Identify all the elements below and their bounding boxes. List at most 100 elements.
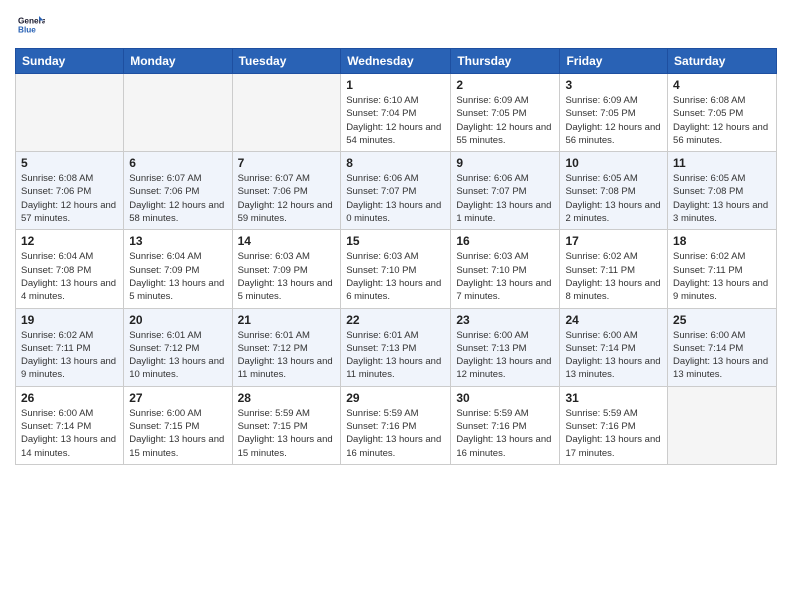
cell-info: Sunrise: 5:59 AMSunset: 7:15 PMDaylight:…	[238, 407, 336, 460]
calendar-cell: 31 Sunrise: 5:59 AMSunset: 7:16 PMDayligh…	[560, 386, 668, 464]
cell-info: Sunrise: 6:00 AMSunset: 7:15 PMDaylight:…	[129, 407, 226, 460]
logo-icon: General Blue	[15, 10, 45, 40]
calendar-cell: 27 Sunrise: 6:00 AMSunset: 7:15 PMDayligh…	[124, 386, 232, 464]
cell-info: Sunrise: 5:59 AMSunset: 7:16 PMDaylight:…	[565, 407, 662, 460]
calendar-cell: 15 Sunrise: 6:03 AMSunset: 7:10 PMDayligh…	[341, 230, 451, 308]
svg-text:General: General	[18, 17, 45, 26]
calendar-cell: 19 Sunrise: 6:02 AMSunset: 7:11 PMDayligh…	[16, 308, 124, 386]
cell-info: Sunrise: 6:01 AMSunset: 7:13 PMDaylight:…	[346, 329, 445, 382]
header: General Blue	[15, 10, 777, 40]
calendar-header-row: SundayMondayTuesdayWednesdayThursdayFrid…	[16, 49, 777, 74]
day-number: 17	[565, 234, 662, 248]
day-number: 7	[238, 156, 336, 170]
day-number: 8	[346, 156, 445, 170]
calendar-cell: 4 Sunrise: 6:08 AMSunset: 7:05 PMDaylight…	[668, 74, 777, 152]
cell-info: Sunrise: 6:06 AMSunset: 7:07 PMDaylight:…	[346, 172, 445, 225]
day-number: 12	[21, 234, 118, 248]
cell-info: Sunrise: 6:09 AMSunset: 7:05 PMDaylight:…	[565, 94, 662, 147]
day-number: 2	[456, 78, 554, 92]
cell-info: Sunrise: 6:05 AMSunset: 7:08 PMDaylight:…	[673, 172, 771, 225]
cell-info: Sunrise: 5:59 AMSunset: 7:16 PMDaylight:…	[346, 407, 445, 460]
cell-info: Sunrise: 6:07 AMSunset: 7:06 PMDaylight:…	[129, 172, 226, 225]
calendar-cell: 9 Sunrise: 6:06 AMSunset: 7:07 PMDaylight…	[451, 152, 560, 230]
day-number: 23	[456, 313, 554, 327]
calendar-cell: 16 Sunrise: 6:03 AMSunset: 7:10 PMDayligh…	[451, 230, 560, 308]
cell-info: Sunrise: 6:09 AMSunset: 7:05 PMDaylight:…	[456, 94, 554, 147]
cell-info: Sunrise: 6:02 AMSunset: 7:11 PMDaylight:…	[565, 250, 662, 303]
day-number: 1	[346, 78, 445, 92]
cell-info: Sunrise: 6:03 AMSunset: 7:10 PMDaylight:…	[456, 250, 554, 303]
cell-info: Sunrise: 6:00 AMSunset: 7:14 PMDaylight:…	[673, 329, 771, 382]
calendar-cell	[124, 74, 232, 152]
day-number: 26	[21, 391, 118, 405]
cell-info: Sunrise: 6:01 AMSunset: 7:12 PMDaylight:…	[238, 329, 336, 382]
calendar-cell	[16, 74, 124, 152]
day-number: 14	[238, 234, 336, 248]
calendar-cell: 6 Sunrise: 6:07 AMSunset: 7:06 PMDaylight…	[124, 152, 232, 230]
calendar-week-row: 26 Sunrise: 6:00 AMSunset: 7:14 PMDayligh…	[16, 386, 777, 464]
calendar-cell: 24 Sunrise: 6:00 AMSunset: 7:14 PMDayligh…	[560, 308, 668, 386]
day-number: 15	[346, 234, 445, 248]
calendar-cell: 28 Sunrise: 5:59 AMSunset: 7:15 PMDayligh…	[232, 386, 341, 464]
cell-info: Sunrise: 6:02 AMSunset: 7:11 PMDaylight:…	[21, 329, 118, 382]
day-number: 9	[456, 156, 554, 170]
calendar-cell: 3Sunrise: 6:09 AMSunset: 7:05 PMDaylight…	[560, 74, 668, 152]
calendar-cell: 23 Sunrise: 6:00 AMSunset: 7:13 PMDayligh…	[451, 308, 560, 386]
cell-info: Sunrise: 5:59 AMSunset: 7:16 PMDaylight:…	[456, 407, 554, 460]
calendar-week-row: 1 Sunrise: 6:10 AMSunset: 7:04 PMDaylight…	[16, 74, 777, 152]
calendar-cell: 21 Sunrise: 6:01 AMSunset: 7:12 PMDayligh…	[232, 308, 341, 386]
cell-info: Sunrise: 6:08 AMSunset: 7:05 PMDaylight:…	[673, 94, 771, 147]
calendar-cell: 1 Sunrise: 6:10 AMSunset: 7:04 PMDaylight…	[341, 74, 451, 152]
page: General Blue SundayMondayTuesdayWednesda…	[0, 0, 792, 480]
calendar-week-row: 5Sunrise: 6:08 AMSunset: 7:06 PMDaylight…	[16, 152, 777, 230]
cell-info: Sunrise: 6:03 AMSunset: 7:10 PMDaylight:…	[346, 250, 445, 303]
calendar-cell	[232, 74, 341, 152]
day-number: 28	[238, 391, 336, 405]
calendar-week-row: 19 Sunrise: 6:02 AMSunset: 7:11 PMDayligh…	[16, 308, 777, 386]
day-number: 24	[565, 313, 662, 327]
calendar-cell: 18Sunrise: 6:02 AMSunset: 7:11 PMDayligh…	[668, 230, 777, 308]
cell-info: Sunrise: 6:04 AMSunset: 7:09 PMDaylight:…	[129, 250, 226, 303]
day-number: 6	[129, 156, 226, 170]
calendar-cell: 22Sunrise: 6:01 AMSunset: 7:13 PMDayligh…	[341, 308, 451, 386]
calendar-header-thursday: Thursday	[451, 49, 560, 74]
cell-info: Sunrise: 6:00 AMSunset: 7:13 PMDaylight:…	[456, 329, 554, 382]
cell-info: Sunrise: 6:06 AMSunset: 7:07 PMDaylight:…	[456, 172, 554, 225]
day-number: 25	[673, 313, 771, 327]
day-number: 31	[565, 391, 662, 405]
day-number: 4	[673, 78, 771, 92]
calendar-week-row: 12Sunrise: 6:04 AMSunset: 7:08 PMDayligh…	[16, 230, 777, 308]
calendar-cell: 17 Sunrise: 6:02 AMSunset: 7:11 PMDayligh…	[560, 230, 668, 308]
day-number: 29	[346, 391, 445, 405]
cell-info: Sunrise: 6:07 AMSunset: 7:06 PMDaylight:…	[238, 172, 336, 225]
svg-text:Blue: Blue	[18, 26, 36, 35]
day-number: 27	[129, 391, 226, 405]
cell-info: Sunrise: 6:00 AMSunset: 7:14 PMDaylight:…	[565, 329, 662, 382]
cell-info: Sunrise: 6:01 AMSunset: 7:12 PMDaylight:…	[129, 329, 226, 382]
calendar-header-monday: Monday	[124, 49, 232, 74]
calendar-cell: 8 Sunrise: 6:06 AMSunset: 7:07 PMDaylight…	[341, 152, 451, 230]
calendar-cell: 13Sunrise: 6:04 AMSunset: 7:09 PMDayligh…	[124, 230, 232, 308]
calendar-cell: 7 Sunrise: 6:07 AMSunset: 7:06 PMDaylight…	[232, 152, 341, 230]
day-number: 16	[456, 234, 554, 248]
calendar-cell: 5Sunrise: 6:08 AMSunset: 7:06 PMDaylight…	[16, 152, 124, 230]
calendar-cell: 26 Sunrise: 6:00 AMSunset: 7:14 PMDayligh…	[16, 386, 124, 464]
cell-info: Sunrise: 6:10 AMSunset: 7:04 PMDaylight:…	[346, 94, 445, 147]
calendar-cell: 10Sunrise: 6:05 AMSunset: 7:08 PMDayligh…	[560, 152, 668, 230]
cell-info: Sunrise: 6:05 AMSunset: 7:08 PMDaylight:…	[565, 172, 662, 225]
calendar-header-saturday: Saturday	[668, 49, 777, 74]
cell-info: Sunrise: 6:00 AMSunset: 7:14 PMDaylight:…	[21, 407, 118, 460]
calendar-header-tuesday: Tuesday	[232, 49, 341, 74]
day-number: 21	[238, 313, 336, 327]
calendar-cell: 2 Sunrise: 6:09 AMSunset: 7:05 PMDaylight…	[451, 74, 560, 152]
calendar-cell: 25 Sunrise: 6:00 AMSunset: 7:14 PMDayligh…	[668, 308, 777, 386]
calendar-cell: 29 Sunrise: 5:59 AMSunset: 7:16 PMDayligh…	[341, 386, 451, 464]
calendar-header-friday: Friday	[560, 49, 668, 74]
calendar-header-sunday: Sunday	[16, 49, 124, 74]
day-number: 30	[456, 391, 554, 405]
day-number: 19	[21, 313, 118, 327]
logo: General Blue	[15, 10, 49, 40]
cell-info: Sunrise: 6:03 AMSunset: 7:09 PMDaylight:…	[238, 250, 336, 303]
calendar-header-wednesday: Wednesday	[341, 49, 451, 74]
calendar-cell	[668, 386, 777, 464]
